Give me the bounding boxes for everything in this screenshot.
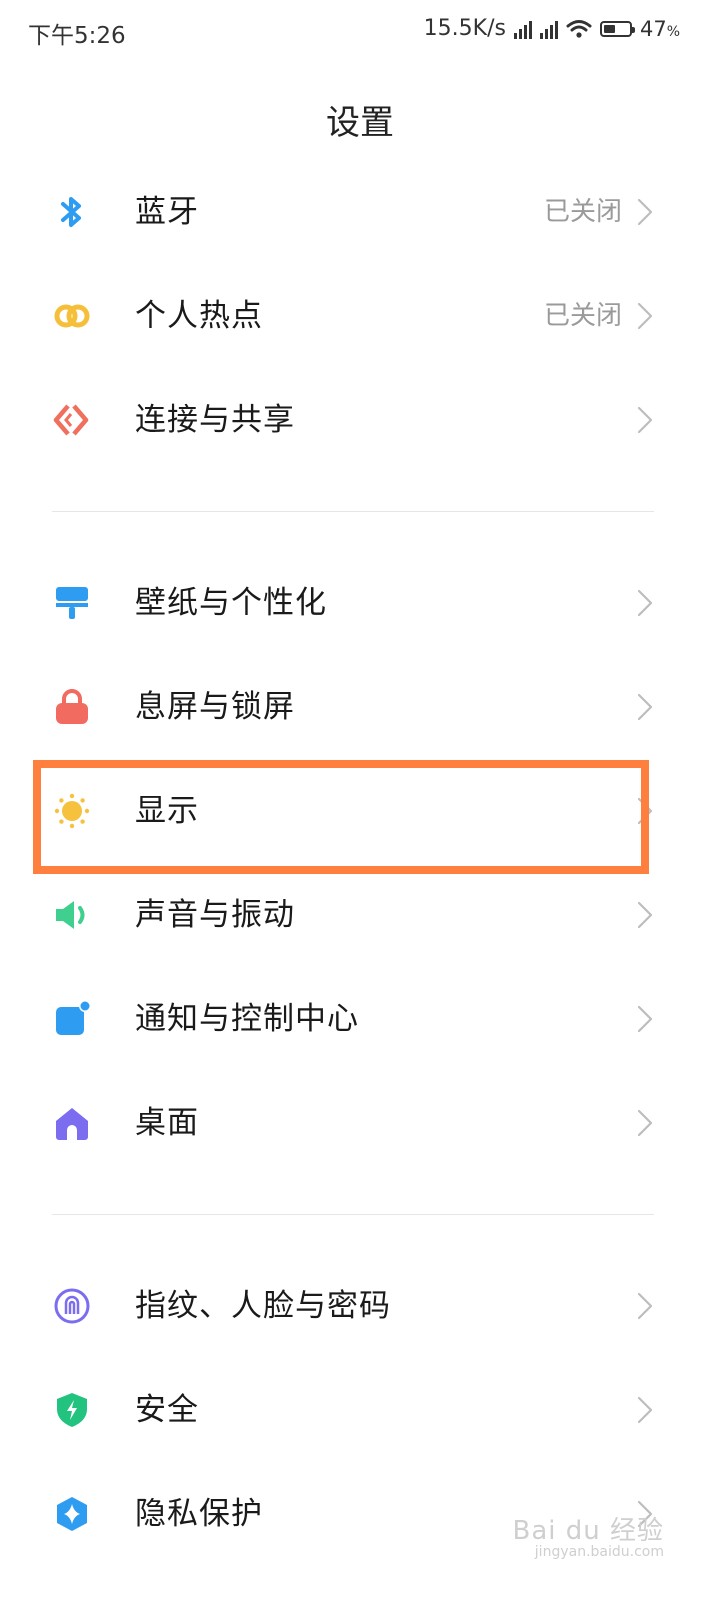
settings-item-label: 通知与控制中心 — [135, 1001, 359, 1037]
status-bar: 下午5:26 15.5K/s 47% — [0, 0, 720, 64]
chevron-right-icon — [636, 588, 654, 618]
shield-icon — [52, 1390, 92, 1430]
status-time: 下午5:26 — [28, 23, 126, 49]
page-title: 设置 — [326, 103, 394, 143]
privacy-icon — [52, 1494, 92, 1534]
bluetooth-icon — [52, 192, 92, 232]
settings-item-label: 蓝牙 — [135, 194, 199, 230]
settings-item-label: 桌面 — [135, 1105, 199, 1141]
settings-item-label: 隐私保护 — [135, 1496, 263, 1532]
chevron-right-icon — [636, 1004, 654, 1034]
lock-icon — [52, 687, 92, 727]
wallpaper-icon — [52, 583, 92, 623]
network-speed: 15.5K/s — [423, 16, 506, 41]
speaker-icon — [52, 895, 92, 935]
settings-item-label: 指纹、人脸与密码 — [135, 1288, 391, 1324]
settings-item-home[interactable]: 桌面 — [0, 1073, 720, 1173]
section-divider — [52, 511, 654, 512]
connection-icon — [52, 400, 92, 440]
settings-item-value: 已关闭 — [543, 301, 622, 331]
settings-item-label: 连接与共享 — [135, 402, 295, 438]
fingerprint-icon — [52, 1286, 92, 1326]
chevron-right-icon — [636, 900, 654, 930]
settings-item-notification[interactable]: 通知与控制中心 — [0, 969, 720, 1069]
settings-item-label: 息屏与锁屏 — [135, 689, 295, 725]
settings-item-hotspot[interactable]: 个人热点 已关闭 — [0, 266, 720, 366]
settings-item-shield[interactable]: 安全 — [0, 1360, 720, 1460]
chevron-right-icon — [636, 197, 654, 227]
battery-icon — [599, 20, 635, 37]
watermark-sub: jingyan.baidu.com — [534, 1544, 664, 1560]
battery-percent: 47% — [639, 16, 680, 41]
chevron-right-icon — [636, 1395, 654, 1425]
settings-item-connection[interactable]: 连接与共享 — [0, 370, 720, 470]
hotspot-icon — [52, 296, 92, 336]
chevron-right-icon — [636, 692, 654, 722]
wifi-icon — [566, 19, 592, 38]
chevron-right-icon — [636, 1291, 654, 1321]
settings-item-lock[interactable]: 息屏与锁屏 — [0, 657, 720, 757]
home-icon — [52, 1103, 92, 1143]
settings-item-speaker[interactable]: 声音与振动 — [0, 865, 720, 965]
settings-item-label: 个人热点 — [135, 298, 263, 334]
notification-icon — [52, 999, 92, 1039]
signal-icon — [539, 19, 558, 39]
chevron-right-icon — [636, 1108, 654, 1138]
highlight-box — [33, 760, 649, 874]
watermark: Bai du 经验 — [512, 1516, 664, 1546]
settings-item-label: 壁纸与个性化 — [135, 585, 327, 621]
settings-item-bluetooth[interactable]: 蓝牙 已关闭 — [0, 162, 720, 262]
chevron-right-icon — [636, 405, 654, 435]
settings-item-wallpaper[interactable]: 壁纸与个性化 — [0, 553, 720, 653]
settings-item-label: 声音与振动 — [135, 897, 295, 933]
settings-item-fingerprint[interactable]: 指纹、人脸与密码 — [0, 1256, 720, 1356]
settings-item-value: 已关闭 — [543, 197, 622, 227]
signal-hd-icon — [513, 19, 532, 39]
chevron-right-icon — [636, 301, 654, 331]
settings-item-label: 安全 — [135, 1392, 199, 1428]
section-divider — [52, 1214, 654, 1215]
